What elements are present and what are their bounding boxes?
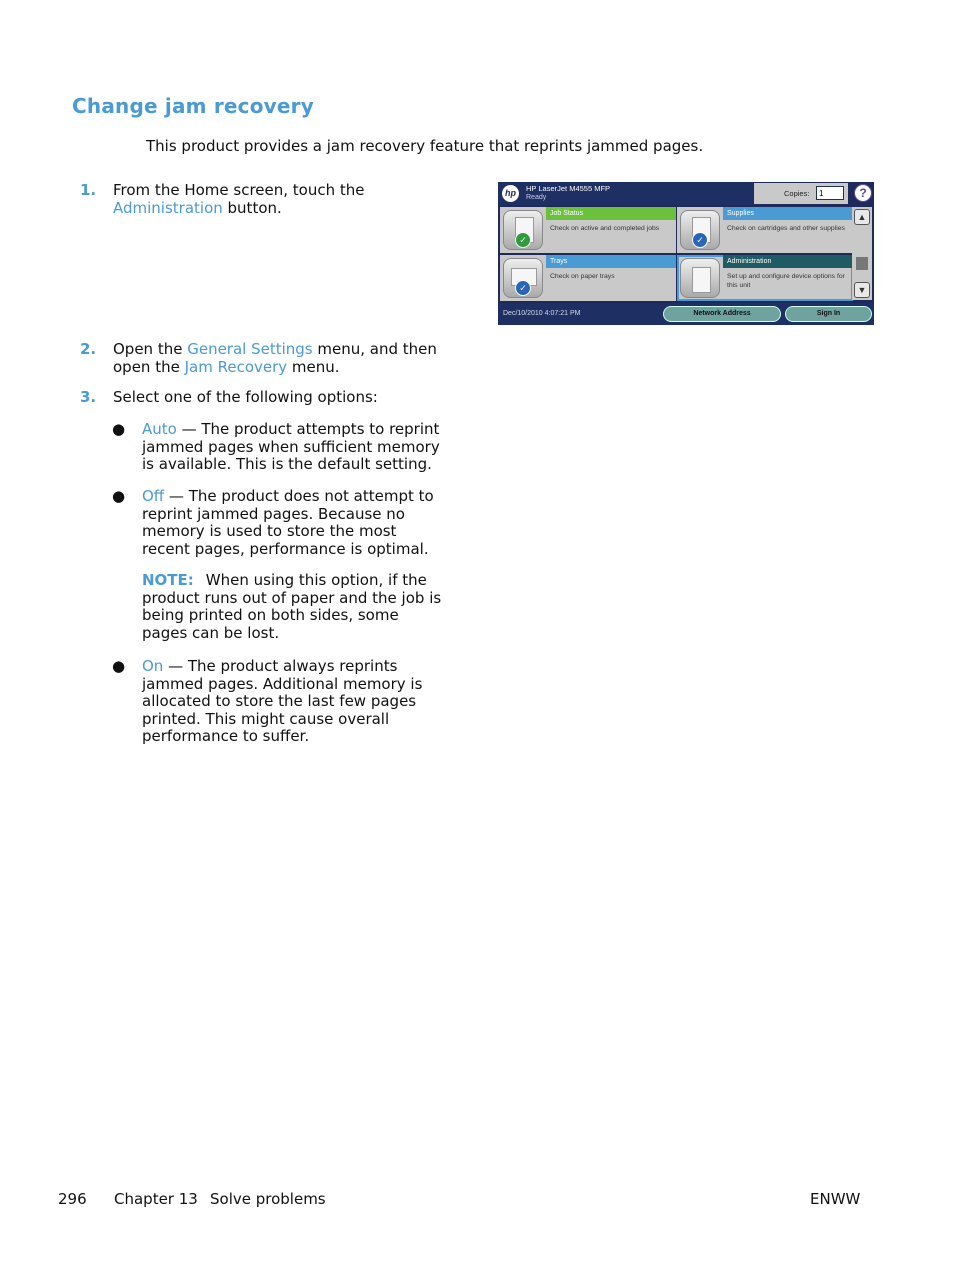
copies-area: Copies: 1 xyxy=(754,183,848,204)
footer-locale: ENWW xyxy=(810,1190,861,1208)
panel-datetime: Dec/10/2010 4:07:21 PM xyxy=(503,310,581,317)
option-name[interactable]: Auto xyxy=(142,420,177,438)
step-text-pre: Open the xyxy=(113,340,188,358)
option-text: Off — The product does not attempt to re… xyxy=(142,487,442,558)
step-text: Select one of the following options: xyxy=(113,388,378,406)
supplies-icon: ✓ xyxy=(680,210,720,250)
note-label: NOTE: xyxy=(142,571,194,589)
trays-icon: ✓ xyxy=(503,258,543,298)
copies-input[interactable]: 1 xyxy=(816,186,844,200)
check-icon: ✓ xyxy=(692,232,708,248)
note: NOTE: When using this option, if the prod… xyxy=(142,571,442,642)
step-text-pre: From the Home screen, touch the xyxy=(113,181,365,199)
clipboard-icon xyxy=(680,258,720,298)
printer-model: HP LaserJet M4555 MFP xyxy=(526,184,611,193)
panel-footer: Dec/10/2010 4:07:21 PM Network Address S… xyxy=(498,303,874,325)
step-number: 2. xyxy=(80,340,97,358)
step-text: From the Home screen, touch the Administ… xyxy=(113,181,443,217)
scroll-up-icon[interactable]: ▲ xyxy=(854,209,870,225)
tile-title: Administration xyxy=(723,255,853,268)
administration-link[interactable]: Administration xyxy=(113,199,223,217)
option-text: Auto — The product attempts to reprint j… xyxy=(142,420,442,474)
clipboard-sheet-icon xyxy=(692,267,711,293)
step-number: 3. xyxy=(80,388,97,406)
step-text: Open the General Settings menu, and then… xyxy=(113,340,443,376)
bullet-icon: ● xyxy=(112,487,126,505)
general-settings-link[interactable]: General Settings xyxy=(187,340,312,358)
help-icon[interactable]: ? xyxy=(854,184,872,202)
tile-desc: Set up and configure device options for … xyxy=(727,273,845,289)
section-heading: Change jam recovery xyxy=(72,94,314,118)
scrollbar[interactable]: ▲ ▼ xyxy=(852,207,872,300)
panel-header: hp HP LaserJet M4555 MFP Ready xyxy=(498,182,753,205)
step-text-post: menu. xyxy=(287,358,340,376)
option-desc: — The product always reprints jammed pag… xyxy=(142,657,423,745)
jam-recovery-link[interactable]: Jam Recovery xyxy=(185,358,288,376)
option-name[interactable]: Off xyxy=(142,487,164,505)
copies-label: Copies: xyxy=(784,189,810,198)
tile-job-status[interactable]: ✓ Job Status Check on active and complet… xyxy=(500,207,676,253)
option-desc: — The product attempts to reprint jammed… xyxy=(142,420,440,473)
hp-logo-icon: hp xyxy=(502,185,519,202)
tile-administration[interactable]: Administration Set up and configure devi… xyxy=(677,255,853,301)
scroll-down-icon[interactable]: ▼ xyxy=(854,282,870,298)
job-status-icon: ✓ xyxy=(503,210,543,250)
option-desc: — The product does not attempt to reprin… xyxy=(142,487,434,558)
page-number: 296 xyxy=(58,1190,87,1208)
bullet-icon: ● xyxy=(112,420,126,438)
footer-chapter: Chapter 13 xyxy=(114,1190,198,1208)
tile-trays[interactable]: ✓ Trays Check on paper trays xyxy=(500,255,676,301)
footer-section: Solve problems xyxy=(210,1190,326,1208)
tile-title: Job Status xyxy=(546,207,676,220)
tile-desc: Check on paper trays xyxy=(550,273,615,280)
printer-status: Ready xyxy=(526,194,547,201)
tile-title: Trays xyxy=(546,255,676,268)
check-icon: ✓ xyxy=(515,280,531,296)
tile-desc: Check on cartridges and other supplies xyxy=(727,225,845,232)
bullet-icon: ● xyxy=(112,657,126,675)
intro-paragraph: This product provides a jam recovery fea… xyxy=(146,137,704,155)
tile-supplies[interactable]: ✓ Supplies Check on cartridges and other… xyxy=(677,207,853,253)
option-text: On — The product always reprints jammed … xyxy=(142,657,442,746)
printer-control-panel: hp HP LaserJet M4555 MFP Ready Copies: 1… xyxy=(498,182,874,325)
check-icon: ✓ xyxy=(515,232,531,248)
sign-in-button[interactable]: Sign In xyxy=(785,306,872,322)
tile-desc: Check on active and completed jobs xyxy=(550,225,660,232)
scroll-thumb[interactable] xyxy=(856,257,868,270)
option-name[interactable]: On xyxy=(142,657,163,675)
tile-title: Supplies xyxy=(723,207,853,220)
network-address-button[interactable]: Network Address xyxy=(663,306,781,322)
step-number: 1. xyxy=(80,181,97,199)
step-text-post: button. xyxy=(222,199,282,217)
